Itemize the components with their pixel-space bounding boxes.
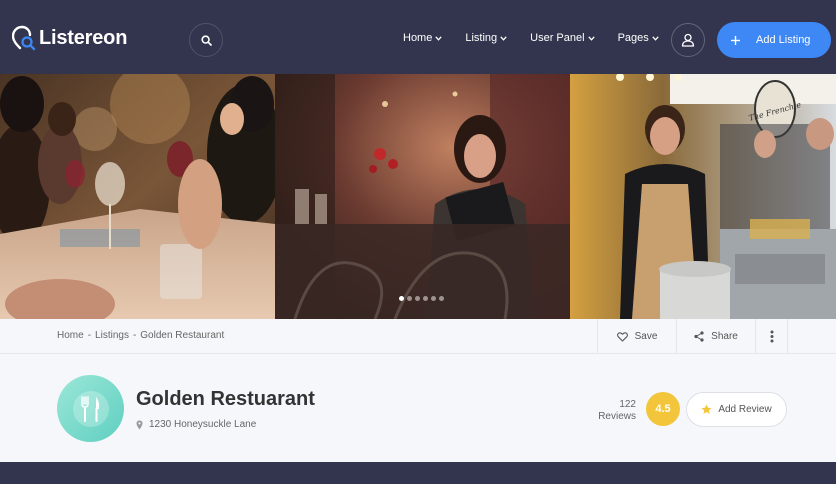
gallery-photo-market[interactable]: The Frenchie xyxy=(570,74,836,319)
nav-user-panel-label: User Panel xyxy=(530,32,585,44)
share-label: Share xyxy=(711,331,738,342)
nav-listing[interactable]: Listing xyxy=(465,32,507,44)
nav-home-label: Home xyxy=(403,32,433,44)
breadcrumb-bar: Home - Listings - Golden Restaurant Save… xyxy=(0,319,836,354)
heart-icon xyxy=(616,331,628,342)
reviews-number: 122 xyxy=(619,399,636,410)
user-icon xyxy=(681,33,695,47)
breadcrumb-separator: - xyxy=(87,330,92,341)
breadcrumb-home[interactable]: Home xyxy=(57,330,84,341)
add-review-label: Add Review xyxy=(718,404,772,415)
chevron-down-icon xyxy=(435,35,443,41)
listing-category-avatar xyxy=(57,375,124,442)
breadcrumb: Home - Listings - Golden Restaurant xyxy=(57,330,228,341)
listing-address: 1230 Honeysuckle Lane xyxy=(136,419,256,430)
nav-user-panel[interactable]: User Panel xyxy=(530,32,595,44)
nav-pages-label: Pages xyxy=(617,32,649,44)
gallery-dot[interactable] xyxy=(399,296,404,301)
listing-address-text: 1230 Honeysuckle Lane xyxy=(149,419,257,430)
chevron-down-icon xyxy=(500,35,507,41)
breadcrumb-listings[interactable]: Listings xyxy=(95,330,129,341)
plus-icon xyxy=(721,26,749,54)
more-options-button[interactable] xyxy=(755,319,788,354)
gallery-dot[interactable] xyxy=(407,296,412,301)
gallery-photo-menu[interactable] xyxy=(275,74,570,319)
footer-strip xyxy=(0,462,836,484)
add-listing-label: Add Listing xyxy=(756,34,811,46)
listing-gallery[interactable]: The Frenchie xyxy=(0,74,836,319)
magnifier-pin-icon xyxy=(11,24,36,52)
breadcrumb-current: Golden Restaurant xyxy=(140,330,225,341)
star-icon xyxy=(701,404,712,414)
site-header: Listereon Home Listing User Panel Pages xyxy=(0,0,836,74)
reviews-label: Reviews xyxy=(598,411,636,422)
main-nav: Home Listing User Panel Pages xyxy=(403,32,682,44)
chevron-down-icon xyxy=(587,35,595,41)
add-review-button[interactable]: Add Review xyxy=(686,392,787,427)
brand-logo[interactable]: Listereon xyxy=(11,24,128,52)
nav-home[interactable]: Home xyxy=(403,32,443,44)
chevron-down-icon xyxy=(652,35,659,41)
search-button[interactable] xyxy=(189,23,223,57)
nav-pages[interactable]: Pages xyxy=(618,32,659,44)
user-account-button[interactable] xyxy=(671,23,705,57)
save-label: Save xyxy=(634,331,658,342)
fork-knife-icon xyxy=(72,390,109,427)
brand-name: Listereon xyxy=(39,26,128,49)
gallery-pagination xyxy=(399,296,447,301)
add-listing-button[interactable]: Add Listing xyxy=(717,22,831,58)
listing-header: Golden Restuarant 1230 Honeysuckle Lane … xyxy=(0,354,836,462)
search-icon xyxy=(200,34,212,46)
vertical-dots-icon xyxy=(770,330,773,343)
rating-badge: 4.5 xyxy=(646,392,680,426)
share-button[interactable]: Share xyxy=(676,319,755,354)
listing-title: Golden Restuarant xyxy=(136,388,315,410)
breadcrumb-separator: - xyxy=(132,330,137,341)
gallery-dot[interactable] xyxy=(431,296,436,301)
gallery-dot[interactable] xyxy=(423,296,428,301)
map-pin-icon xyxy=(136,420,143,429)
gallery-photo-dining[interactable] xyxy=(0,74,275,319)
nav-listing-label: Listing xyxy=(465,32,498,44)
gallery-dot[interactable] xyxy=(439,296,444,301)
share-icon xyxy=(694,331,704,342)
reviews-count: 122 Reviews xyxy=(596,399,636,423)
gallery-dot[interactable] xyxy=(415,296,420,301)
save-button[interactable]: Save xyxy=(597,319,676,354)
